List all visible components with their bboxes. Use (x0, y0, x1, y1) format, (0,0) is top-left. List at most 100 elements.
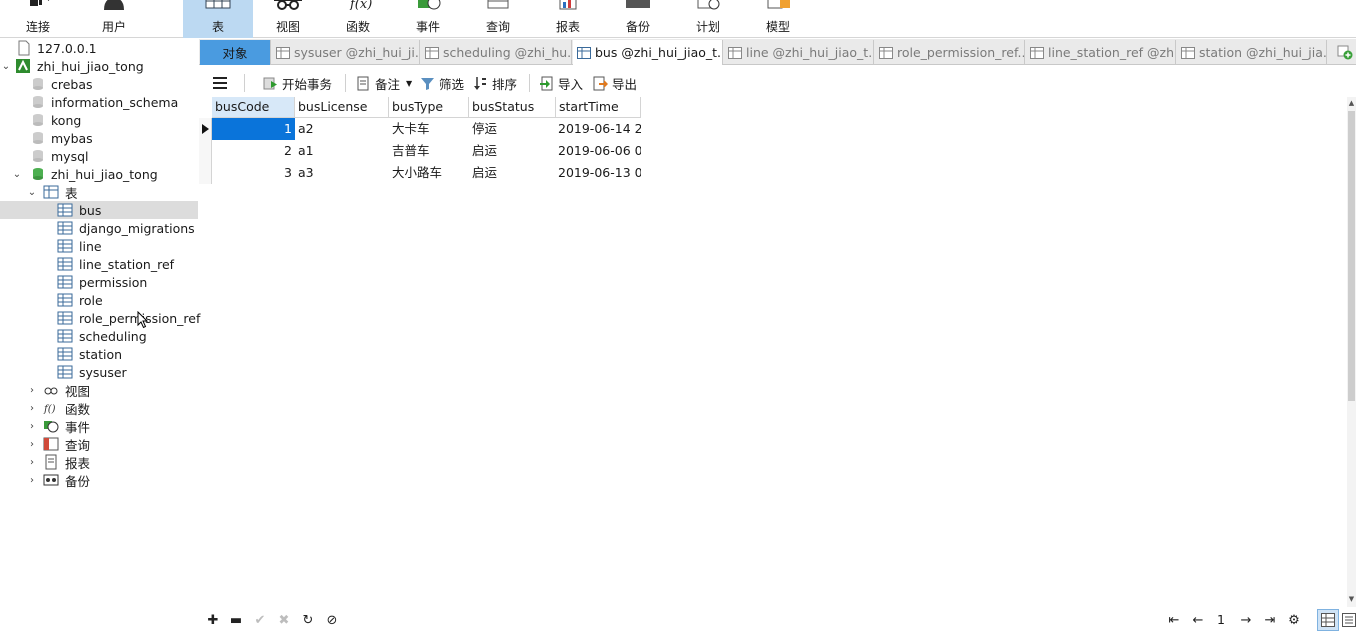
tree-events-group[interactable]: › 事件 (0, 417, 198, 435)
table-cell[interactable]: 2019-06-14 23 (556, 118, 641, 140)
table-cell[interactable]: 启运 (469, 140, 556, 162)
chevron-down-icon[interactable]: ⌄ (1, 57, 11, 75)
chevron-down-icon[interactable]: ⌄ (12, 165, 22, 183)
chevron-right-icon[interactable]: › (27, 399, 37, 417)
first-page-button[interactable]: ⇤ (1165, 611, 1183, 629)
table-cell[interactable]: a3 (295, 162, 389, 184)
tab-station[interactable]: station @zhi_hui_jia... (1177, 40, 1327, 65)
import-button[interactable]: 导入 (539, 73, 583, 93)
begin-transaction-button[interactable]: 开始事务 (263, 73, 332, 93)
dropdown-caret-icon[interactable]: ▼ (406, 79, 412, 88)
tab-sysuser[interactable]: sysuser @zhi_hui_ji... (272, 40, 420, 65)
tree-connection-node[interactable]: ⌄ zhi_hui_jiao_tong (0, 57, 198, 75)
ribbon-table-button[interactable]: 表 (183, 0, 253, 38)
table-cell[interactable]: 1 (212, 118, 295, 140)
ribbon-schedule-button[interactable]: 计划 (673, 0, 743, 38)
column-header-bustype[interactable]: busType (389, 97, 469, 118)
tree-server-node[interactable]: 127.0.0.1 (0, 39, 198, 57)
ribbon-user-button[interactable]: 用户 (79, 0, 149, 38)
table-cell[interactable]: a2 (295, 118, 389, 140)
filter-button[interactable]: 筛选 (420, 73, 464, 93)
memo-button[interactable]: 备注 ▼ (356, 73, 412, 93)
ribbon-model-button[interactable]: 模型 (743, 0, 813, 38)
table-cell[interactable]: 2019-06-06 02 (556, 140, 641, 162)
table-cell[interactable]: 启运 (469, 162, 556, 184)
tree-table-item[interactable]: role (0, 291, 198, 309)
delete-record-button[interactable]: ▬ (227, 611, 245, 629)
tree-table-item[interactable]: role_permission_ref (0, 309, 200, 327)
tree-database-node[interactable]: mysql (0, 147, 198, 165)
tree-database-node[interactable]: crebas (0, 75, 198, 93)
chevron-right-icon[interactable]: › (27, 471, 37, 489)
tree-table-item[interactable]: line (0, 237, 198, 255)
tree-database-node[interactable]: information_schema (0, 93, 198, 111)
table-cell[interactable]: 2019-06-13 02 (556, 162, 641, 184)
table-cell[interactable]: 2 (212, 140, 295, 162)
tab-role-permission-ref[interactable]: role_permission_ref... (875, 40, 1025, 65)
tree-database-node-open[interactable]: ⌄ zhi_hui_jiao_tong (0, 165, 198, 183)
scroll-down-arrow-icon[interactable]: ▼ (1347, 595, 1356, 603)
grid-view-toggle[interactable] (1317, 609, 1339, 631)
chevron-right-icon[interactable]: › (27, 381, 37, 399)
tree-table-item[interactable]: permission (0, 273, 198, 291)
table-cell[interactable]: a1 (295, 140, 389, 162)
chevron-down-icon[interactable]: ⌄ (27, 183, 37, 201)
column-header-buslicense[interactable]: busLicense (295, 97, 389, 118)
table-cell[interactable]: 3 (212, 162, 295, 184)
previous-page-button[interactable]: ← (1189, 611, 1207, 629)
tree-tables-group[interactable]: ⌄ 表 (0, 183, 198, 201)
row-header[interactable] (199, 118, 212, 140)
row-header[interactable] (199, 162, 212, 184)
apply-changes-button[interactable]: ✔ (251, 611, 269, 629)
new-tab-plus-icon[interactable] (1337, 44, 1353, 60)
ribbon-event-button[interactable]: 事件 (393, 0, 463, 38)
export-button[interactable]: 导出 (593, 73, 637, 93)
tree-table-item[interactable]: scheduling (0, 327, 198, 345)
refresh-button[interactable]: ↻ (299, 611, 317, 629)
ribbon-report-button[interactable]: 报表 (533, 0, 603, 38)
tree-backups-group[interactable]: › 备份 (0, 471, 198, 489)
ribbon-backup-button[interactable]: 备份 (603, 0, 673, 38)
ribbon-connection-button[interactable]: 连接 (3, 0, 73, 38)
stop-button[interactable]: ⊘ (323, 611, 341, 629)
next-page-button[interactable]: → (1237, 611, 1255, 629)
tab-scheduling[interactable]: scheduling @zhi_hu... (421, 40, 572, 65)
form-view-icon[interactable] (1342, 613, 1356, 627)
ribbon-query-button[interactable]: 查询 (463, 0, 533, 38)
menu-button[interactable] (213, 73, 227, 93)
table-cell[interactable]: 大卡车 (389, 118, 469, 140)
tab-bus[interactable]: bus @zhi_hui_jiao_t... (573, 40, 723, 65)
tree-reports-group[interactable]: › 报表 (0, 453, 198, 471)
tree-queries-group[interactable]: › 查询 (0, 435, 198, 453)
tab-line[interactable]: line @zhi_hui_jiao_t... (724, 40, 874, 65)
chevron-right-icon[interactable]: › (27, 453, 37, 471)
table-cell[interactable]: 停运 (469, 118, 556, 140)
last-page-button[interactable]: ⇥ (1261, 611, 1279, 629)
column-header-busstatus[interactable]: busStatus (469, 97, 556, 118)
table-cell[interactable]: 大小路车 (389, 162, 469, 184)
tree-database-node[interactable]: kong (0, 111, 198, 129)
scrollbar-thumb[interactable] (1348, 111, 1355, 401)
page-number[interactable]: 1 (1217, 612, 1225, 627)
discard-changes-button[interactable]: ✖ (275, 611, 293, 629)
chevron-right-icon[interactable]: › (27, 435, 37, 453)
table-cell[interactable]: 吉普车 (389, 140, 469, 162)
vertical-scrollbar[interactable]: ▲ ▼ (1347, 97, 1356, 607)
tree-table-item[interactable]: station (0, 345, 198, 363)
chevron-right-icon[interactable]: › (27, 417, 37, 435)
row-header[interactable] (199, 140, 212, 162)
column-header-starttime[interactable]: startTime (556, 97, 641, 118)
tree-table-item[interactable]: django_migrations (0, 219, 198, 237)
ribbon-function-button[interactable]: f(x) 函数 (323, 0, 393, 38)
settings-button[interactable]: ⚙ (1285, 611, 1303, 629)
tab-line-station-ref[interactable]: line_station_ref @zh... (1026, 40, 1176, 65)
add-record-button[interactable]: ✚ (204, 611, 222, 629)
column-header-buscode[interactable]: busCode (212, 97, 295, 118)
tree-database-node[interactable]: mybas (0, 129, 198, 147)
tree-table-bus[interactable]: bus (0, 201, 198, 219)
tree-views-group[interactable]: › 视图 (0, 381, 198, 399)
sort-button[interactable]: 排序 (473, 73, 517, 93)
ribbon-view-button[interactable]: 视图 (253, 0, 323, 38)
tree-table-item[interactable]: sysuser (0, 363, 198, 381)
tree-functions-group[interactable]: › f() 函数 (0, 399, 198, 417)
